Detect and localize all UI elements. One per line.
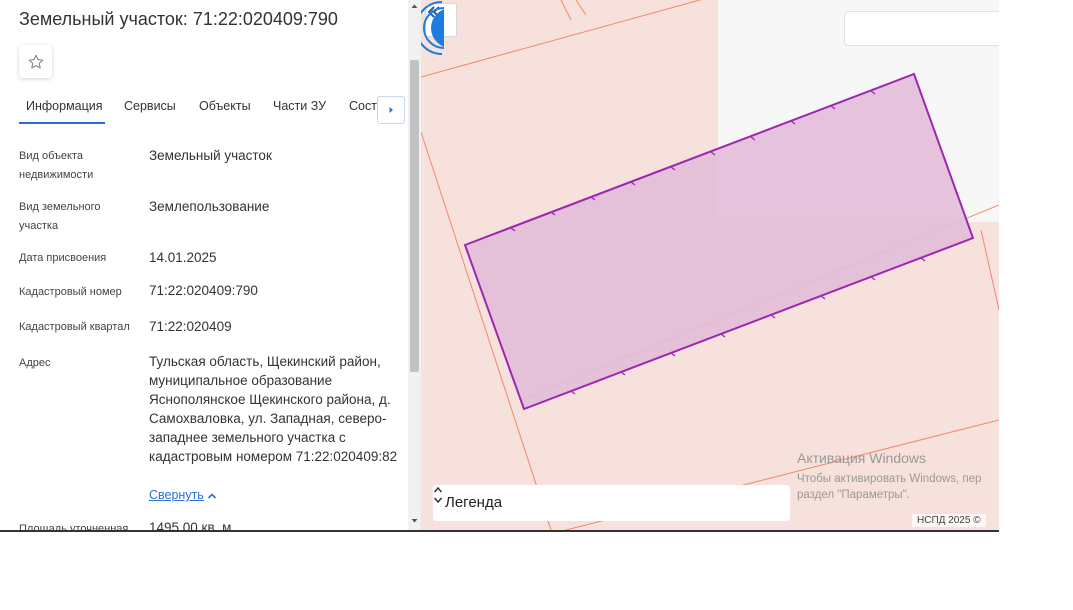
label-object-type: Вид объекта недвижимости bbox=[19, 150, 94, 181]
label-cadastral-number: Кадастровый номер bbox=[19, 286, 122, 298]
sort-arrows-icon bbox=[433, 486, 443, 504]
tab-services[interactable]: Сервисы bbox=[124, 99, 176, 113]
windows-activation-line-2: раздел "Параметры". bbox=[797, 489, 910, 501]
windows-activation-title: Активация Windows bbox=[797, 450, 927, 466]
scrollbar-thumb[interactable] bbox=[410, 60, 419, 372]
location-icon[interactable] bbox=[421, 0, 444, 56]
tab-parts[interactable]: Части ЗУ bbox=[273, 99, 326, 113]
value-assignment-date: 14.01.2025 bbox=[149, 250, 217, 265]
active-tab-indicator bbox=[19, 122, 105, 124]
value-object-type: Земельный участок bbox=[149, 148, 272, 163]
collapse-link[interactable]: Свернуть bbox=[149, 488, 204, 502]
label-land-type: Вид земельного участка bbox=[19, 201, 101, 232]
chevron-right-icon bbox=[389, 107, 393, 113]
label-address: Адрес bbox=[19, 357, 51, 369]
scroll-down-arrow-icon[interactable] bbox=[410, 516, 419, 525]
chevron-up-icon[interactable] bbox=[206, 490, 218, 502]
windows-activation-text: Чтобы активировать Windows, пер раздел "… bbox=[797, 471, 981, 503]
tabs-next-button[interactable] bbox=[377, 96, 405, 124]
value-cadastral-quarter: 71:22:020409 bbox=[149, 319, 232, 334]
tab-objects[interactable]: Объекты bbox=[199, 99, 251, 113]
tab-information[interactable]: Информация bbox=[26, 99, 103, 113]
screen-bottom-border bbox=[0, 530, 999, 532]
scroll-up-arrow-icon[interactable] bbox=[410, 2, 419, 11]
value-land-type: Землепользование bbox=[149, 199, 270, 214]
label-cadastral-quarter: Кадастровый квартал bbox=[19, 321, 130, 333]
star-icon bbox=[28, 54, 43, 69]
label-area: Площадь уточненная bbox=[19, 523, 129, 530]
legend-control[interactable]: Легенда bbox=[433, 485, 790, 521]
label-assignment-date: Дата присвоения bbox=[19, 252, 107, 264]
tab-bar: Информация Сервисы Объекты Части ЗУ Сост… bbox=[0, 94, 408, 124]
favorite-button[interactable] bbox=[19, 45, 52, 78]
map-view[interactable]: Активация Windows Чтобы активировать Win… bbox=[421, 0, 999, 530]
page-title: Земельный участок: 71:22:020409:790 bbox=[19, 9, 338, 29]
legend-label: Легенда bbox=[445, 494, 503, 511]
info-panel: Земельный участок: 71:22:020409:790 Инфо… bbox=[0, 0, 408, 530]
map-search-input[interactable] bbox=[844, 11, 999, 46]
value-cadastral-number: 71:22:020409:790 bbox=[149, 283, 258, 298]
windows-activation-line-1: Чтобы активировать Windows, пер bbox=[797, 473, 982, 485]
value-area: 1495.00 кв. м bbox=[149, 520, 232, 530]
value-address: Тульская область, Щекинский район, муниц… bbox=[149, 354, 398, 464]
map-copyright: НСПД 2025 © bbox=[912, 514, 986, 527]
